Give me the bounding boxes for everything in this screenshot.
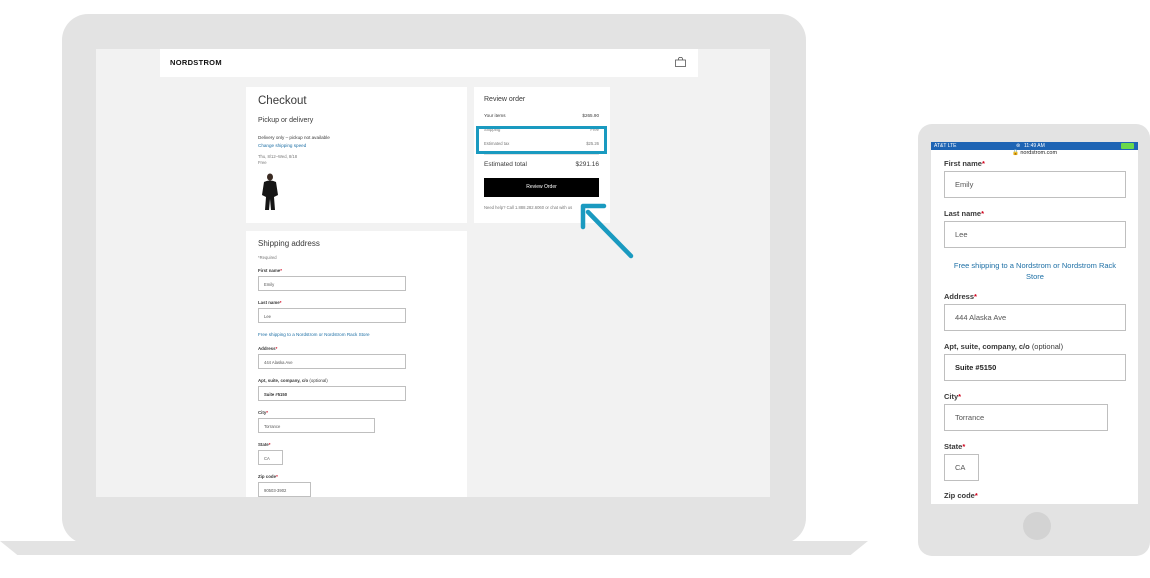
home-button[interactable] bbox=[1023, 512, 1051, 540]
apt-field[interactable]: Suite #5150 bbox=[258, 386, 406, 401]
items-label: Your items bbox=[484, 113, 506, 118]
total-value: $291.16 bbox=[575, 161, 600, 168]
store-shipping-link[interactable]: Free shipping to a Nordstrom or Nordstro… bbox=[258, 332, 370, 337]
items-value: $265.90 bbox=[582, 113, 599, 118]
shipping-address-title: Shipping address bbox=[258, 239, 320, 248]
total-label: Estimated total bbox=[484, 161, 527, 168]
laptop-screen: NORDSTROM Checkout Pickup or delivery De… bbox=[96, 49, 770, 497]
divider bbox=[484, 154, 599, 155]
first-name-label: First name* bbox=[944, 159, 985, 168]
delivery-dates: Thu, 8/12–Wed, 8/18 bbox=[258, 154, 298, 159]
url-text: nordstrom.com bbox=[1020, 150, 1058, 156]
first-name-field[interactable]: Emily bbox=[944, 171, 1126, 198]
apt-label: Apt, suite, company, c/o (optional) bbox=[258, 378, 328, 383]
shopping-bag-icon[interactable] bbox=[675, 57, 686, 67]
wifi-icon: ⊜ bbox=[1016, 143, 1021, 149]
delivery-note: Delivery only – pickup not available bbox=[258, 135, 330, 140]
shipping-address-card: Shipping address *Required First name* E… bbox=[246, 231, 467, 497]
address-label: Address* bbox=[258, 346, 278, 351]
last-name-field[interactable]: Lee bbox=[944, 221, 1126, 248]
laptop-base bbox=[0, 541, 868, 555]
product-thumbnail bbox=[262, 173, 278, 210]
delivery-cost: Free bbox=[258, 160, 267, 165]
zip-label: Zip code* bbox=[258, 474, 278, 479]
review-order-highlight bbox=[476, 126, 607, 154]
address-field[interactable]: 444 Alaska Ave bbox=[944, 304, 1126, 331]
store-shipping-link[interactable]: Free shipping to a Nordstrom or Nordstro… bbox=[944, 260, 1126, 282]
review-order-title: Review order bbox=[484, 96, 526, 103]
city-label: City* bbox=[944, 392, 962, 401]
change-shipping-speed-link[interactable]: Change shipping speed bbox=[258, 143, 306, 148]
state-label: State* bbox=[258, 442, 271, 447]
pickup-delivery-heading: Pickup or delivery bbox=[258, 117, 314, 124]
lock-icon: 🔒 bbox=[1011, 150, 1019, 156]
arrow-icon bbox=[580, 203, 634, 259]
address-label: Address* bbox=[944, 292, 977, 301]
city-field[interactable]: Torrance bbox=[944, 404, 1108, 431]
carrier-text: AT&T LTE bbox=[934, 143, 957, 149]
checkout-card: Checkout Pickup or delivery Delivery onl… bbox=[246, 87, 467, 223]
city-field[interactable]: Torrance bbox=[258, 418, 375, 433]
first-name-field[interactable]: Emily bbox=[258, 276, 406, 291]
brand-logo[interactable]: NORDSTROM bbox=[170, 58, 222, 67]
apt-field[interactable]: Suite #5150 bbox=[944, 354, 1126, 381]
required-note: *Required bbox=[258, 255, 277, 260]
apt-label: Apt, suite, company, c/o (optional) bbox=[944, 342, 1064, 351]
last-name-label: Last name* bbox=[944, 209, 985, 218]
url-bar[interactable]: 🔒 nordstrom.com bbox=[931, 150, 1138, 158]
last-name-label: Last name* bbox=[258, 300, 282, 305]
help-text[interactable]: Need help? Call 1.888.282.6060 or chat w… bbox=[484, 205, 572, 210]
address-field[interactable]: 444 Alaska Ave bbox=[258, 354, 406, 369]
battery-icon bbox=[1121, 143, 1134, 149]
state-label: State* bbox=[944, 442, 966, 451]
review-order-button[interactable]: Review Order bbox=[484, 178, 599, 197]
zip-label: Zip code* bbox=[944, 491, 978, 500]
first-name-label: First name* bbox=[258, 268, 282, 273]
city-label: City* bbox=[258, 410, 269, 415]
status-time: 11:49 AM bbox=[1024, 143, 1045, 149]
status-bar: AT&T LTE ⊜ 11:49 AM bbox=[931, 142, 1138, 150]
zip-field[interactable]: 90503-3902 bbox=[258, 482, 311, 497]
site-header: NORDSTROM bbox=[160, 49, 698, 77]
last-name-field[interactable]: Lee bbox=[258, 308, 406, 323]
checkout-title: Checkout bbox=[258, 95, 307, 107]
state-field[interactable]: CA bbox=[944, 454, 979, 481]
phone-screen: AT&T LTE ⊜ 11:49 AM 🔒 nordstrom.com Firs… bbox=[931, 142, 1138, 504]
state-field[interactable]: CA bbox=[258, 450, 283, 465]
